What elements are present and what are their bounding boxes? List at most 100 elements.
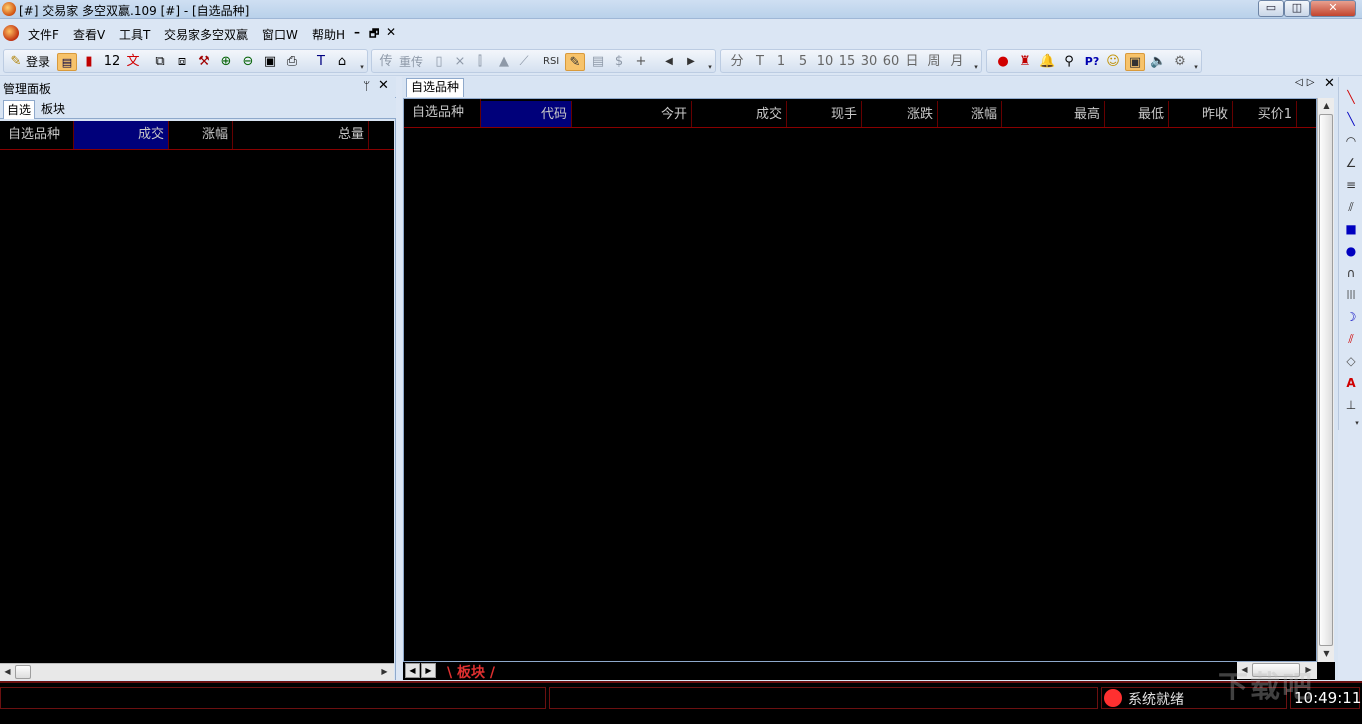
quote-grid[interactable]: 自选品种 代码 今开 成交 现手 涨跌 涨幅 最高 最低 昨收 买价1 xyxy=(403,98,1317,662)
quote-list-icon[interactable]: ▤ xyxy=(57,53,77,71)
bar-chart-icon[interactable]: ▯ xyxy=(432,53,446,71)
sheet-next-button[interactable]: ▶ xyxy=(421,663,436,678)
eraser-icon[interactable]: ◇ xyxy=(1343,353,1359,369)
upload-button[interactable]: 传 xyxy=(378,53,394,71)
text-annotation-icon[interactable]: A xyxy=(1343,375,1359,391)
column-header-change-pct[interactable]: 涨幅 xyxy=(938,101,1002,127)
kline-icon[interactable]: ⫿ xyxy=(472,53,488,71)
column-header-total-volume[interactable]: 总量 xyxy=(233,121,369,149)
column-header-open[interactable]: 今开 xyxy=(572,101,692,127)
volume-icon[interactable]: ▲ xyxy=(496,53,512,71)
trend-line-icon[interactable]: ⟋ xyxy=(516,53,532,71)
login-button[interactable]: 登录 xyxy=(26,53,50,71)
period-tick[interactable]: T xyxy=(753,53,767,71)
settings-icon[interactable]: ⚙ xyxy=(1172,53,1188,71)
menu-file[interactable]: 文件F xyxy=(28,26,59,43)
toolbar-overflow-icon[interactable]: ▾ xyxy=(357,62,367,72)
font-size-button[interactable]: 12 xyxy=(103,53,121,71)
maximize-button[interactable]: ◫ xyxy=(1284,0,1310,17)
column-header-volume[interactable]: 成交 xyxy=(692,101,787,127)
period-month[interactable]: 月 xyxy=(950,53,964,71)
measure-tool-icon[interactable]: ⊥ xyxy=(1343,397,1359,413)
column-header-volume[interactable]: 成交 xyxy=(74,121,169,149)
mdi-close-button[interactable]: ✕ xyxy=(386,25,396,39)
ellipse-tool-icon[interactable]: ● xyxy=(1343,243,1359,259)
zoom-out-icon[interactable]: ⊖ xyxy=(240,53,256,71)
smiley-icon[interactable]: ☺ xyxy=(1105,53,1121,71)
hammer-icon[interactable]: ⚒ xyxy=(196,53,212,71)
fullscreen-icon[interactable]: ▣ xyxy=(262,53,278,71)
menu-view[interactable]: 查看V xyxy=(73,26,105,43)
text-tool-button[interactable]: T xyxy=(314,53,328,71)
scroll-right-button[interactable]: ▶ xyxy=(684,53,698,71)
channel-tool-icon[interactable]: ⫽ xyxy=(1343,331,1359,347)
stop-icon[interactable]: ● xyxy=(995,53,1011,71)
formula-button[interactable]: P? xyxy=(1081,53,1103,71)
period-minute[interactable]: 分 xyxy=(730,53,744,71)
sheet-tab-sectors[interactable]: \ 板块 / xyxy=(447,662,495,682)
menu-trader[interactable]: 交易家多空双赢 xyxy=(164,26,248,43)
window-tile-icon[interactable]: ⧉ xyxy=(152,53,168,71)
draw-pen-icon[interactable]: ✎ xyxy=(565,53,585,71)
column-header-bid1[interactable]: 买价1 xyxy=(1233,101,1297,127)
panel-close-button[interactable]: ✕ xyxy=(378,78,389,93)
period-day[interactable]: 日 xyxy=(905,53,919,71)
menu-help[interactable]: 帮助H xyxy=(312,26,345,43)
rectangle-tool-icon[interactable]: ■ xyxy=(1343,221,1359,237)
candlestick-icon[interactable]: ▮ xyxy=(82,53,96,71)
column-header-change[interactable]: 涨跌 xyxy=(862,101,938,127)
tab-watchlist-window[interactable]: 自选品种 xyxy=(406,78,465,97)
sound-icon[interactable]: 🔈 xyxy=(1150,53,1166,71)
scroll-left-arrow[interactable]: ◀ xyxy=(0,665,15,679)
period-60[interactable]: 60 xyxy=(881,53,901,71)
trade-icon[interactable]: ♜ xyxy=(1017,53,1033,71)
tab-sectors[interactable]: 板块 xyxy=(38,100,68,119)
minimize-button[interactable]: ▭ xyxy=(1258,0,1284,17)
column-header-low[interactable]: 最低 xyxy=(1105,101,1169,127)
menu-tools[interactable]: 工具T xyxy=(119,26,150,43)
column-header-code[interactable]: 代码 xyxy=(481,101,572,127)
mdi-restore-button[interactable]: 🗗 xyxy=(369,25,379,44)
reupload-button[interactable]: 重传 xyxy=(399,53,423,71)
scroll-up-arrow[interactable]: ▲ xyxy=(1319,98,1334,113)
toolbar-overflow-icon[interactable]: ▾ xyxy=(1191,62,1201,72)
period-week[interactable]: 周 xyxy=(927,53,941,71)
tab-watchlist[interactable]: 自选 xyxy=(3,100,36,119)
crosshair-button[interactable]: + xyxy=(634,53,648,71)
zoom-in-icon[interactable]: ⊕ xyxy=(218,53,234,71)
column-header-change-pct[interactable]: 涨幅 xyxy=(169,121,233,149)
scroll-right-arrow[interactable]: ▶ xyxy=(377,665,392,679)
scroll-left-button[interactable]: ◀ xyxy=(662,53,676,71)
text-button[interactable]: 文 xyxy=(125,53,141,71)
toolbar-expand-icon[interactable]: ▾ xyxy=(1353,415,1361,431)
price-button[interactable]: $ xyxy=(612,53,626,71)
window-cascade-icon[interactable]: ⧈ xyxy=(174,53,190,71)
moon-tool-icon[interactable]: ☽ xyxy=(1343,309,1359,325)
horizontal-scrollbar[interactable]: ◀ ▶ xyxy=(0,663,394,680)
column-header-watchlist[interactable]: 自选品种 xyxy=(404,99,481,127)
line-tool-icon[interactable]: ╲ xyxy=(1343,89,1359,105)
column-header-prev-close[interactable]: 昨收 xyxy=(1169,101,1233,127)
close-window-button[interactable]: ✕ xyxy=(1310,0,1356,17)
fan-lines-icon[interactable]: ⫽ xyxy=(1343,199,1359,215)
watchlist-grid[interactable]: 自选品种 成交 涨幅 总量 xyxy=(0,121,394,663)
mdi-minimize-button[interactable]: – xyxy=(354,25,360,39)
menu-window[interactable]: 窗口W xyxy=(262,26,298,43)
period-10[interactable]: 10 xyxy=(815,53,835,71)
tab-nav-arrows[interactable]: ◁▷ xyxy=(1295,77,1318,88)
indicator-icon[interactable]: ⨯ xyxy=(452,53,468,71)
vertical-lines-icon[interactable]: ||| xyxy=(1343,287,1359,303)
vertical-scrollbar[interactable]: ▲ ▼ xyxy=(1317,98,1334,662)
parallel-lines-icon[interactable]: ≡ xyxy=(1343,177,1359,193)
period-5[interactable]: 5 xyxy=(796,53,810,71)
period-15[interactable]: 15 xyxy=(837,53,857,71)
column-header-current-lot[interactable]: 现手 xyxy=(787,101,862,127)
scroll-thumb[interactable] xyxy=(15,665,31,679)
monitor-icon[interactable]: ▣ xyxy=(1125,53,1145,71)
ray-tool-icon[interactable]: ╲ xyxy=(1343,111,1359,127)
notes-icon[interactable]: ▤ xyxy=(590,53,606,71)
window-tab-close-button[interactable]: ✕ xyxy=(1324,76,1335,91)
system-menu-icon[interactable] xyxy=(3,25,19,41)
scroll-thumb[interactable] xyxy=(1319,114,1333,646)
login-icon[interactable]: ✎ xyxy=(9,53,23,71)
